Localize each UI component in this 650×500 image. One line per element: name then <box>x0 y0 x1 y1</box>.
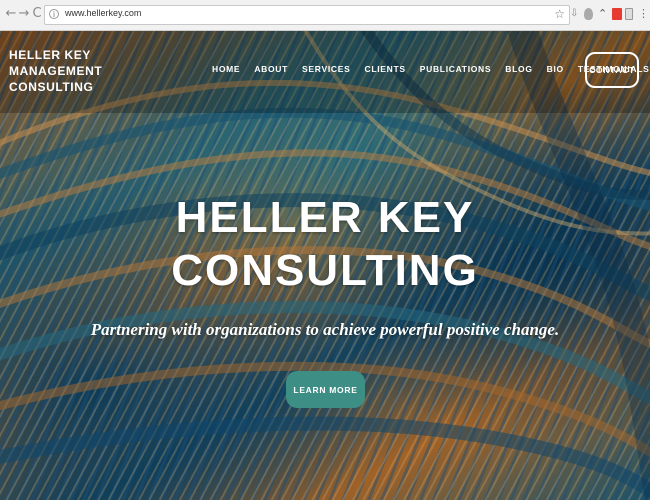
url-text[interactable]: www.hellerkey.com <box>65 8 141 18</box>
hero-subtitle: Partnering with organizations to achieve… <box>90 320 560 339</box>
hero-title-line: CONSULTING <box>171 246 479 295</box>
nav-services[interactable]: SERVICES <box>302 64 350 78</box>
download-icon[interactable]: ⇩ <box>570 8 580 20</box>
hero-title-line: HELLER KEY <box>175 193 475 242</box>
info-icon[interactable]: i <box>49 9 59 19</box>
web-page: HELLER KEY MANAGEMENT CONSULTING HOME AB… <box>0 31 650 500</box>
nav-home[interactable]: HOME <box>212 64 240 78</box>
forward-icon[interactable]: → <box>17 7 31 21</box>
learn-more-button[interactable]: LEARN MORE <box>286 371 365 408</box>
logo-line: HELLER KEY <box>9 48 92 62</box>
star-icon[interactable]: ☆ <box>554 7 565 21</box>
reload-icon[interactable]: C <box>30 7 44 21</box>
extension-icon[interactable] <box>584 8 593 20</box>
logo-line: CONSULTING <box>9 80 94 94</box>
site-logo[interactable]: HELLER KEY MANAGEMENT CONSULTING <box>9 47 119 95</box>
browser-toolbar: ← → C i www.hellerkey.com ☆ ⇩ ⌃ ⋮ <box>0 0 650 31</box>
extension-icon[interactable] <box>625 8 633 20</box>
nav-about[interactable]: ABOUT <box>254 64 288 78</box>
site-header: HELLER KEY MANAGEMENT CONSULTING HOME AB… <box>0 31 650 113</box>
nav-bio[interactable]: BIO <box>547 64 564 78</box>
address-bar[interactable]: i www.hellerkey.com ☆ <box>44 5 570 25</box>
logo-line: MANAGEMENT <box>9 64 103 78</box>
extension-icon[interactable]: ⌃ <box>598 8 608 20</box>
back-icon[interactable]: ← <box>4 7 18 21</box>
nav-publications[interactable]: PUBLICATIONS <box>420 64 492 78</box>
extension-icon[interactable] <box>612 8 622 20</box>
menu-icon[interactable]: ⋮ <box>638 8 649 20</box>
contact-button[interactable]: CONTACT <box>585 52 639 88</box>
nav-blog[interactable]: BLOG <box>505 64 532 78</box>
nav-clients[interactable]: CLIENTS <box>364 64 405 78</box>
hero-title: HELLER KEY CONSULTING <box>0 191 650 297</box>
